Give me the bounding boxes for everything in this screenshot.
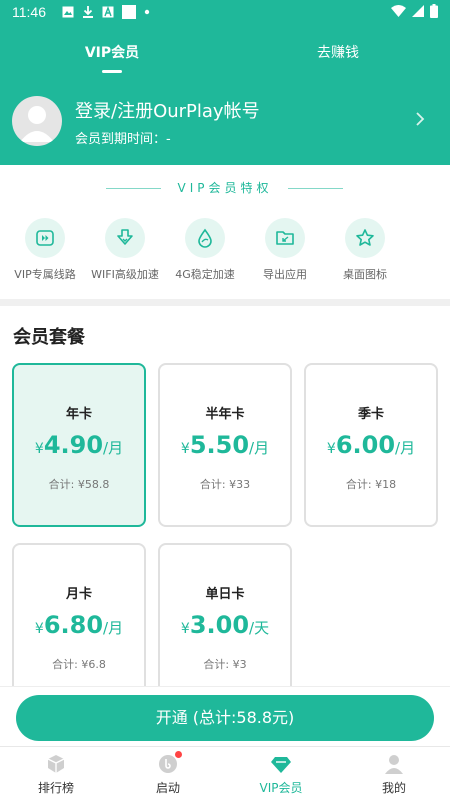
nav-item-ranking[interactable]: 排行榜 xyxy=(0,747,112,800)
chevron-right-icon xyxy=(416,112,425,126)
section-divider xyxy=(0,299,450,306)
membership-expire-text: 会员到期时间：- xyxy=(75,132,171,147)
package-price: ¥4.90/月 xyxy=(34,431,124,459)
packages-title: 会员套餐 xyxy=(13,327,85,348)
drop-icon xyxy=(198,228,212,248)
person-icon xyxy=(385,755,403,774)
privilege-label: 桌面图标 xyxy=(343,268,387,281)
header: 11:46 VIP会员 去赚钱 登录/注册OurPlay帐号 会员到期时间：- xyxy=(0,0,450,165)
nav-item-mine[interactable]: 我的 xyxy=(338,747,450,800)
status-bar: 11:46 xyxy=(0,0,450,24)
status-time: 11:46 xyxy=(12,4,46,20)
nav-item-vip[interactable]: VIP会员 xyxy=(225,747,337,800)
package-card-daily[interactable]: 单日卡 ¥3.00/天 合计: ¥3 xyxy=(158,543,292,707)
privilege-label: WIFI高级加速 xyxy=(91,268,159,281)
package-name: 半年卡 xyxy=(205,407,245,422)
bottom-nav: 排行榜 启动 VIP会员 我的 xyxy=(0,746,450,800)
privilege-vip-line: VIP专属线路 xyxy=(5,218,85,282)
square-icon xyxy=(122,5,136,19)
package-total: 合计: ¥18 xyxy=(345,478,397,491)
package-card-yearly[interactable]: 年卡 ¥4.90/月 合计: ¥58.8 xyxy=(12,363,146,527)
diamond-icon xyxy=(271,757,291,773)
login-register-link[interactable]: 登录/注册OurPlay帐号 xyxy=(75,97,260,123)
nav-label: VIP会员 xyxy=(259,781,303,795)
wifi-icon xyxy=(391,5,406,17)
privileges-list: VIP专属线路 WIFI高级加速 4G稳定加速 导出应用 桌面图标 xyxy=(0,218,450,288)
heading-line-left xyxy=(106,188,161,189)
package-card-quarterly[interactable]: 季卡 ¥6.00/月 合计: ¥18 xyxy=(304,363,438,527)
image-icon xyxy=(62,6,74,18)
package-price: ¥6.80/月 xyxy=(34,611,124,639)
dot-icon xyxy=(144,9,150,15)
download-icon xyxy=(83,6,93,18)
privilege-label: VIP专属线路 xyxy=(14,268,76,281)
package-price: ¥5.50/月 xyxy=(180,431,270,459)
notification-badge xyxy=(175,751,182,758)
battery-icon xyxy=(430,4,438,18)
privilege-4g: 4G稳定加速 xyxy=(165,218,245,282)
active-tab-indicator xyxy=(102,70,122,73)
star-icon xyxy=(356,229,374,246)
privilege-export: 导出应用 xyxy=(245,218,325,282)
nav-label: 我的 xyxy=(381,781,406,795)
privilege-desktop-icon: 桌面图标 xyxy=(325,218,405,282)
package-card-half-year[interactable]: 半年卡 ¥5.50/月 合计: ¥33 xyxy=(158,363,292,527)
package-name: 季卡 xyxy=(357,407,384,422)
heading-line-right xyxy=(288,188,343,189)
package-total: 合计: ¥58.8 xyxy=(48,478,110,491)
tab-vip[interactable]: VIP会员 xyxy=(52,42,172,62)
package-card-monthly[interactable]: 月卡 ¥6.80/月 合计: ¥6.8 xyxy=(12,543,146,707)
signal-icon xyxy=(412,5,424,17)
package-total: 合计: ¥33 xyxy=(199,478,251,491)
cube-icon xyxy=(47,755,65,773)
nav-label: 排行榜 xyxy=(37,781,74,795)
status-system-icons xyxy=(391,4,438,18)
vip-privileges-heading: VIP会员特权 xyxy=(0,176,450,200)
top-tabs: VIP会员 去赚钱 xyxy=(0,36,450,76)
privilege-label: 4G稳定加速 xyxy=(175,268,235,281)
avatar xyxy=(12,96,62,146)
status-notification-icons xyxy=(62,5,150,19)
privilege-wifi: WIFI高级加速 xyxy=(85,218,165,282)
fast-forward-icon xyxy=(36,230,54,246)
package-name: 年卡 xyxy=(65,407,92,422)
nav-label: 启动 xyxy=(155,781,180,795)
package-name: 月卡 xyxy=(65,587,92,602)
download-arrow-icon xyxy=(117,229,133,245)
package-price: ¥3.00/天 xyxy=(180,611,270,639)
a-box-icon xyxy=(102,6,114,18)
package-total: 合计: ¥3 xyxy=(203,658,247,671)
privilege-label: 导出应用 xyxy=(263,268,307,281)
tab-earn[interactable]: 去赚钱 xyxy=(278,42,398,62)
package-name: 单日卡 xyxy=(205,587,245,602)
profile-login-row[interactable]: 登录/注册OurPlay帐号 会员到期时间：- xyxy=(0,94,450,154)
nav-item-launch[interactable]: 启动 xyxy=(112,747,224,800)
package-total: 合计: ¥6.8 xyxy=(52,658,106,671)
vip-privileges-title: VIP会员特权 xyxy=(177,181,273,195)
package-price: ¥6.00/月 xyxy=(326,431,416,459)
open-membership-button[interactable]: 开通 (总计:58.8元) xyxy=(16,695,434,741)
folder-export-icon xyxy=(276,231,294,245)
